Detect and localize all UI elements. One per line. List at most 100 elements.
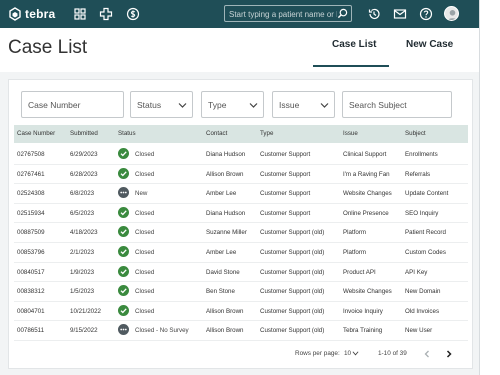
cell-status: New xyxy=(135,190,148,198)
type-filter-label: Type xyxy=(208,100,227,110)
check-circle-icon xyxy=(118,206,129,218)
search-icon[interactable] xyxy=(337,8,348,19)
cell-case-number[interactable]: 02767508 xyxy=(17,151,45,158)
cell-status: Closed - No Survey xyxy=(135,327,189,335)
cell-contact: Ben Stone xyxy=(206,288,235,296)
search-subject-input[interactable] xyxy=(349,98,449,112)
cell-case-number[interactable]: 00887509 xyxy=(17,229,45,236)
cell-status: Closed xyxy=(135,268,155,276)
col-status[interactable]: Status xyxy=(118,130,136,137)
col-issue[interactable]: Issue xyxy=(343,130,358,137)
cell-submitted: 10/21/2022 xyxy=(70,307,101,315)
cell-submitted: 6/29/2023 xyxy=(70,151,98,158)
type-filter[interactable]: Type xyxy=(201,91,264,118)
cell-type: Customer Support (old) xyxy=(260,229,325,237)
table-row[interactable]: 02767508 6/29/2023 Diana Hudson Customer Su… xyxy=(14,145,468,165)
cell-submitted: 2/1/2023 xyxy=(70,249,95,256)
check-circle-icon xyxy=(118,246,129,257)
mail-icon[interactable] xyxy=(393,7,407,21)
check-circle-icon xyxy=(118,148,129,159)
col-contact[interactable]: Contact xyxy=(206,130,227,137)
rows-per-page-label: Rows per page: xyxy=(295,350,340,357)
cell-submitted: 4/18/2023 xyxy=(70,229,98,237)
cell-issue: Website Changes xyxy=(343,288,392,296)
cell-contact: David Stone xyxy=(206,268,240,276)
col-submitted[interactable]: Submitted xyxy=(70,130,98,137)
search-subject-filter[interactable] xyxy=(342,91,452,118)
tebra-logo[interactable]: tebra xyxy=(8,6,55,22)
table-row[interactable]: 00887509 4/18/2023 Suzanne Miller Customer … xyxy=(14,223,468,243)
cell-subject: New User xyxy=(405,327,433,335)
issue-filter[interactable]: Issue xyxy=(272,91,335,118)
cell-case-number[interactable]: 00804701 xyxy=(17,308,45,315)
table-header: Case Number Submitted Status Contact Typ… xyxy=(14,125,468,143)
cell-status: Closed xyxy=(135,249,155,256)
patient-search-input[interactable] xyxy=(229,7,337,21)
cell-issue: Online Presence xyxy=(343,209,389,217)
cell-type: Customer Support xyxy=(260,151,311,158)
cell-status: Closed xyxy=(135,288,155,296)
col-subject[interactable]: Subject xyxy=(405,130,426,137)
billing-icon[interactable] xyxy=(126,7,140,21)
case-list-card: Status Type Issue Case Number Submitted … xyxy=(8,79,473,369)
cell-type: Customer Support xyxy=(260,170,311,178)
previous-page-icon[interactable] xyxy=(422,349,432,359)
cell-subject: New Domain xyxy=(405,288,441,296)
table-row[interactable]: 00838312 1/5/2023 Ben Stone Customer Suppor… xyxy=(14,282,468,302)
case-number-input[interactable] xyxy=(28,98,121,112)
cell-type: Customer Support (old) xyxy=(260,307,325,315)
next-page-icon[interactable] xyxy=(444,349,454,359)
cell-submitted: 1/9/2023 xyxy=(70,268,95,276)
cell-contact: Allison Brown xyxy=(206,327,244,335)
cell-status: Closed xyxy=(135,209,155,217)
status-filter[interactable]: Status xyxy=(130,91,193,118)
patient-search[interactable] xyxy=(224,5,352,22)
cell-status: Closed xyxy=(135,170,155,178)
table-row[interactable]: 00786511 9/15/2022 Allison Brown Customer S… xyxy=(14,321,468,341)
cell-subject: Old Invoices xyxy=(405,307,440,315)
user-avatar[interactable] xyxy=(444,6,459,21)
cell-status: Closed xyxy=(135,307,155,315)
cell-type: Customer Support xyxy=(260,190,311,198)
cell-case-number[interactable]: 00840517 xyxy=(17,269,45,276)
table-row[interactable]: 02767461 6/28/2023 Allison Brown Customer S… xyxy=(14,165,468,185)
table-row[interactable]: 02524308 6/8/2023 Amber Lee Customer Suppor… xyxy=(14,184,468,204)
cell-issue: Product API xyxy=(343,268,376,276)
apps-icon[interactable] xyxy=(73,7,87,21)
table-row[interactable]: 02515934 6/5/2023 Diana Hudson Customer Sup… xyxy=(14,204,468,224)
cell-case-number[interactable]: 02524308 xyxy=(17,190,45,197)
active-tab-indicator xyxy=(313,65,389,67)
table-row[interactable]: 00804701 10/21/2022 Allison Brown Customer … xyxy=(14,302,468,322)
page-title: Case List xyxy=(8,37,88,58)
cell-submitted: 6/8/2023 xyxy=(70,190,95,198)
cell-submitted: 9/15/2022 xyxy=(70,327,98,335)
rows-per-page-chevron-icon[interactable] xyxy=(352,350,359,357)
table-row[interactable]: 00840517 1/9/2023 David Stone Customer Supp… xyxy=(14,263,468,283)
more-circle-icon xyxy=(118,187,129,199)
chevron-down-icon xyxy=(320,103,329,108)
cell-case-number[interactable]: 00838312 xyxy=(17,288,45,295)
more-circle-icon xyxy=(118,324,129,336)
add-icon[interactable] xyxy=(99,7,113,21)
cell-case-number[interactable]: 02767461 xyxy=(17,171,45,178)
help-icon[interactable] xyxy=(419,7,433,21)
cell-issue: Platform xyxy=(343,229,367,237)
tebra-logo-mark-icon xyxy=(9,7,21,21)
cell-contact: Allison Brown xyxy=(206,307,244,315)
cell-type: Customer Support (old) xyxy=(260,268,325,276)
tab-new-case[interactable]: New Case xyxy=(406,39,453,50)
col-type[interactable]: Type xyxy=(260,130,273,137)
rows-per-page-select[interactable]: 10 xyxy=(344,350,351,357)
tab-case-list[interactable]: Case List xyxy=(332,39,376,50)
col-case-number[interactable]: Case Number xyxy=(17,130,55,137)
cell-issue: I'm a Raving Fan xyxy=(343,170,390,178)
case-number-filter[interactable] xyxy=(21,91,124,118)
issue-filter-label: Issue xyxy=(279,100,300,110)
cell-case-number[interactable]: 02515934 xyxy=(17,210,45,217)
check-circle-icon xyxy=(118,265,129,277)
cell-case-number[interactable]: 00786511 xyxy=(17,327,44,334)
cell-case-number[interactable]: 00853796 xyxy=(17,249,45,256)
user-icon xyxy=(447,10,458,20)
history-icon[interactable] xyxy=(367,7,381,21)
table-row[interactable]: 00853796 2/1/2023 Amber Lee Customer Suppor… xyxy=(14,243,468,263)
